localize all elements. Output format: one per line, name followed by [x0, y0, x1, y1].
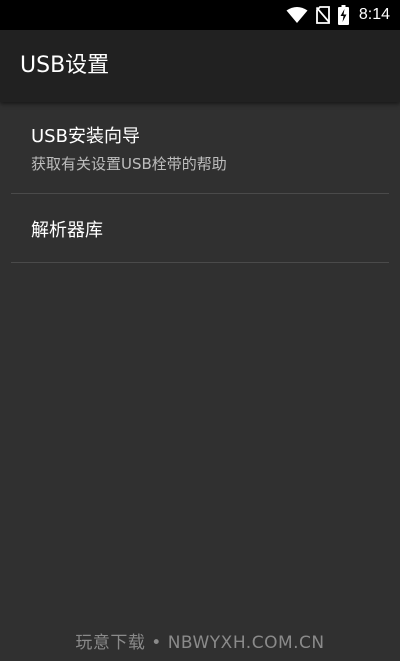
page-title: USB设置 [20, 53, 110, 78]
parser-library-title: 解析器库 [31, 220, 103, 241]
no-sim-icon [315, 6, 331, 24]
usb-setup-wizard-item[interactable]: USB安装向导 获取有关设置USB栓带的帮助 [11, 102, 389, 194]
status-icons: 8:14 [286, 0, 390, 30]
parser-library-item[interactable]: 解析器库 [11, 194, 389, 263]
status-time: 8:14 [358, 6, 390, 23]
wifi-icon [286, 7, 308, 23]
usb-setup-wizard-summary: 获取有关设置USB栓带的帮助 [31, 155, 227, 173]
usb-setup-wizard-title: USB安装向导 [31, 126, 140, 147]
settings-list: USB安装向导 获取有关设置USB栓带的帮助 解析器库 [0, 102, 400, 263]
status-bar: 8:14 [0, 0, 400, 30]
app-bar: USB设置 [0, 30, 400, 102]
battery-charging-icon [337, 5, 349, 25]
watermark: 玩意下载 • NBWYXH.COM.CN [75, 633, 325, 653]
